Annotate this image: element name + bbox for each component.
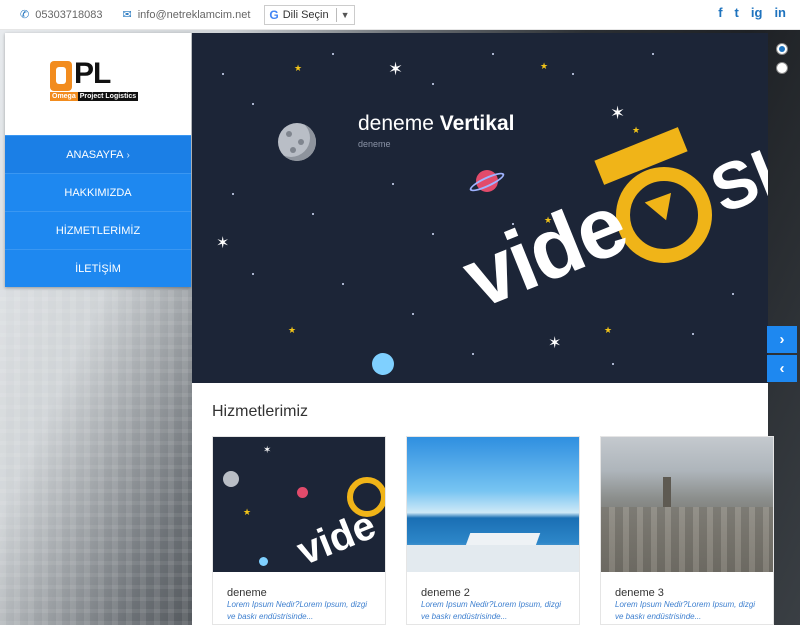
hero-title-light: deneme (358, 112, 434, 135)
logo-letters: PL (74, 57, 111, 90)
menu-item-label: İLETİŞİM (75, 263, 121, 275)
dropdown-arrow-icon: ▼ (340, 9, 350, 20)
google-icon: G (269, 7, 279, 22)
logo-o-mark (50, 61, 72, 91)
moon-graphic (278, 123, 316, 161)
card-image-space: ✶ ★ vide (213, 437, 385, 572)
card-video-word: vide (291, 503, 382, 572)
main-menu: ANASAYFA › HAKKIMIZDA HİZMETLERİMİZ İLETİ… (5, 135, 191, 287)
card-title: deneme 2 (421, 587, 470, 599)
yellow-star-icon: ★ (294, 63, 303, 73)
email-address: info@netreklamcim.net (137, 8, 251, 21)
card-image-beach (407, 437, 579, 572)
menu-item-hizmetlerimiz[interactable]: HİZMETLERİMİZ (5, 211, 191, 249)
chevron-left-icon: ‹ (779, 360, 785, 377)
logo-subtitle: Omega Project Logistics (50, 92, 139, 101)
envelope-icon: ✉ (122, 9, 132, 21)
linkedin-icon[interactable]: in (774, 5, 786, 20)
card-image-city (601, 437, 773, 572)
yellow-star-icon: ★ (288, 325, 297, 335)
menu-item-label: HİZMETLERİMİZ (55, 225, 141, 237)
hero-title-bold: Vertikal (439, 112, 515, 135)
blue-planet-graphic (259, 557, 268, 566)
select-divider (335, 7, 337, 22)
yellow-star-icon: ★ (540, 61, 549, 71)
menu-item-hakkimizda[interactable]: HAKKIMIZDA (5, 173, 191, 211)
chevron-right-icon: › (779, 331, 785, 348)
blue-planet-graphic (372, 353, 394, 375)
logo-sub-right: Project Logistics (77, 92, 139, 101)
logo-box[interactable]: PL Omega Project Logistics (5, 33, 191, 135)
star-icon: ✶ (216, 235, 230, 252)
pink-planet-graphic (297, 487, 308, 498)
card-title: deneme 3 (615, 587, 664, 599)
language-select-label: Dili Seçin (282, 8, 329, 21)
company-logo: PL Omega Project Logistics (50, 57, 146, 107)
sidebar: PL Omega Project Logistics ANASAYFA › HAK… (5, 33, 191, 287)
menu-item-label: HAKKIMIZDA (64, 187, 132, 199)
service-card[interactable]: ✶ ★ vide deneme Lorem Ipsum Nedir?Lorem … (212, 436, 386, 625)
service-card[interactable]: deneme 3 Lorem Ipsum Nedir?Lorem Ipsum, … (600, 436, 774, 625)
twitter-icon[interactable]: t (735, 5, 739, 20)
services-title: Hizmetlerimiz (212, 403, 308, 420)
phone-number: 05303718083 (35, 8, 103, 21)
phone-icon: ✆ (20, 9, 30, 21)
slide-indicator-2[interactable] (776, 62, 788, 74)
rooftops-graphic (601, 507, 773, 572)
spire-graphic (663, 477, 671, 507)
menu-item-label: ANASAYFA (66, 149, 124, 161)
star-icon: ✶ (388, 59, 404, 79)
card-title: deneme (227, 587, 267, 599)
prev-slide-button[interactable]: ‹ (767, 355, 797, 382)
background-building-texture (0, 290, 192, 625)
yellow-star-icon: ★ (632, 125, 641, 135)
card-text: Lorem Ipsum Nedir?Lorem Ipsum, dizgi ve … (227, 600, 368, 621)
menu-item-anasayfa[interactable]: ANASAYFA › (5, 135, 191, 173)
email-contact[interactable]: ✉ info@netreklamcim.net (122, 8, 251, 22)
services-section: Hizmetlerimiz ✶ ★ vide deneme Lorem Ipsu… (192, 383, 774, 625)
card-text: Lorem Ipsum Nedir?Lorem Ipsum, dizgi ve … (421, 600, 562, 621)
slide-indicator-1[interactable] (776, 43, 788, 55)
logo-sub-left: Omega (50, 92, 78, 101)
facebook-icon[interactable]: f (718, 5, 722, 20)
top-bar: ✆ 05303718083 ✉ info@netreklamcim.net G … (0, 0, 800, 30)
star-icon: ✶ (263, 445, 272, 456)
moon-graphic (223, 471, 239, 487)
chevron-right-icon: › (126, 150, 130, 161)
menu-item-iletisim[interactable]: İLETİŞİM (5, 249, 191, 287)
hero-title: deneme Vertikal (358, 112, 514, 136)
yellow-star-icon: ★ (604, 325, 613, 335)
social-links: f t ig in (718, 5, 786, 20)
card-text: Lorem Ipsum Nedir?Lorem Ipsum, dizgi ve … (615, 600, 756, 621)
phone-contact[interactable]: ✆ 05303718083 (20, 8, 103, 22)
next-slide-button[interactable]: › (767, 326, 797, 353)
star-icon: ✶ (610, 103, 626, 123)
hero-slider[interactable]: ✶ ✶ ✶ ✶ ★ ★ ★ ★ ★ ★ vide SI deneme Verti… (192, 33, 768, 383)
hero-video-word: vide (450, 176, 639, 327)
yellow-star-icon: ★ (243, 507, 252, 517)
instagram-icon[interactable]: ig (751, 5, 763, 20)
star-icon: ✶ (548, 335, 562, 352)
language-select[interactable]: G Dili Seçin ▼ (264, 4, 355, 25)
deck-graphic (407, 545, 579, 572)
service-card[interactable]: deneme 2 Lorem Ipsum Nedir?Lorem Ipsum, … (406, 436, 580, 625)
hero-subtitle: deneme (358, 139, 391, 149)
